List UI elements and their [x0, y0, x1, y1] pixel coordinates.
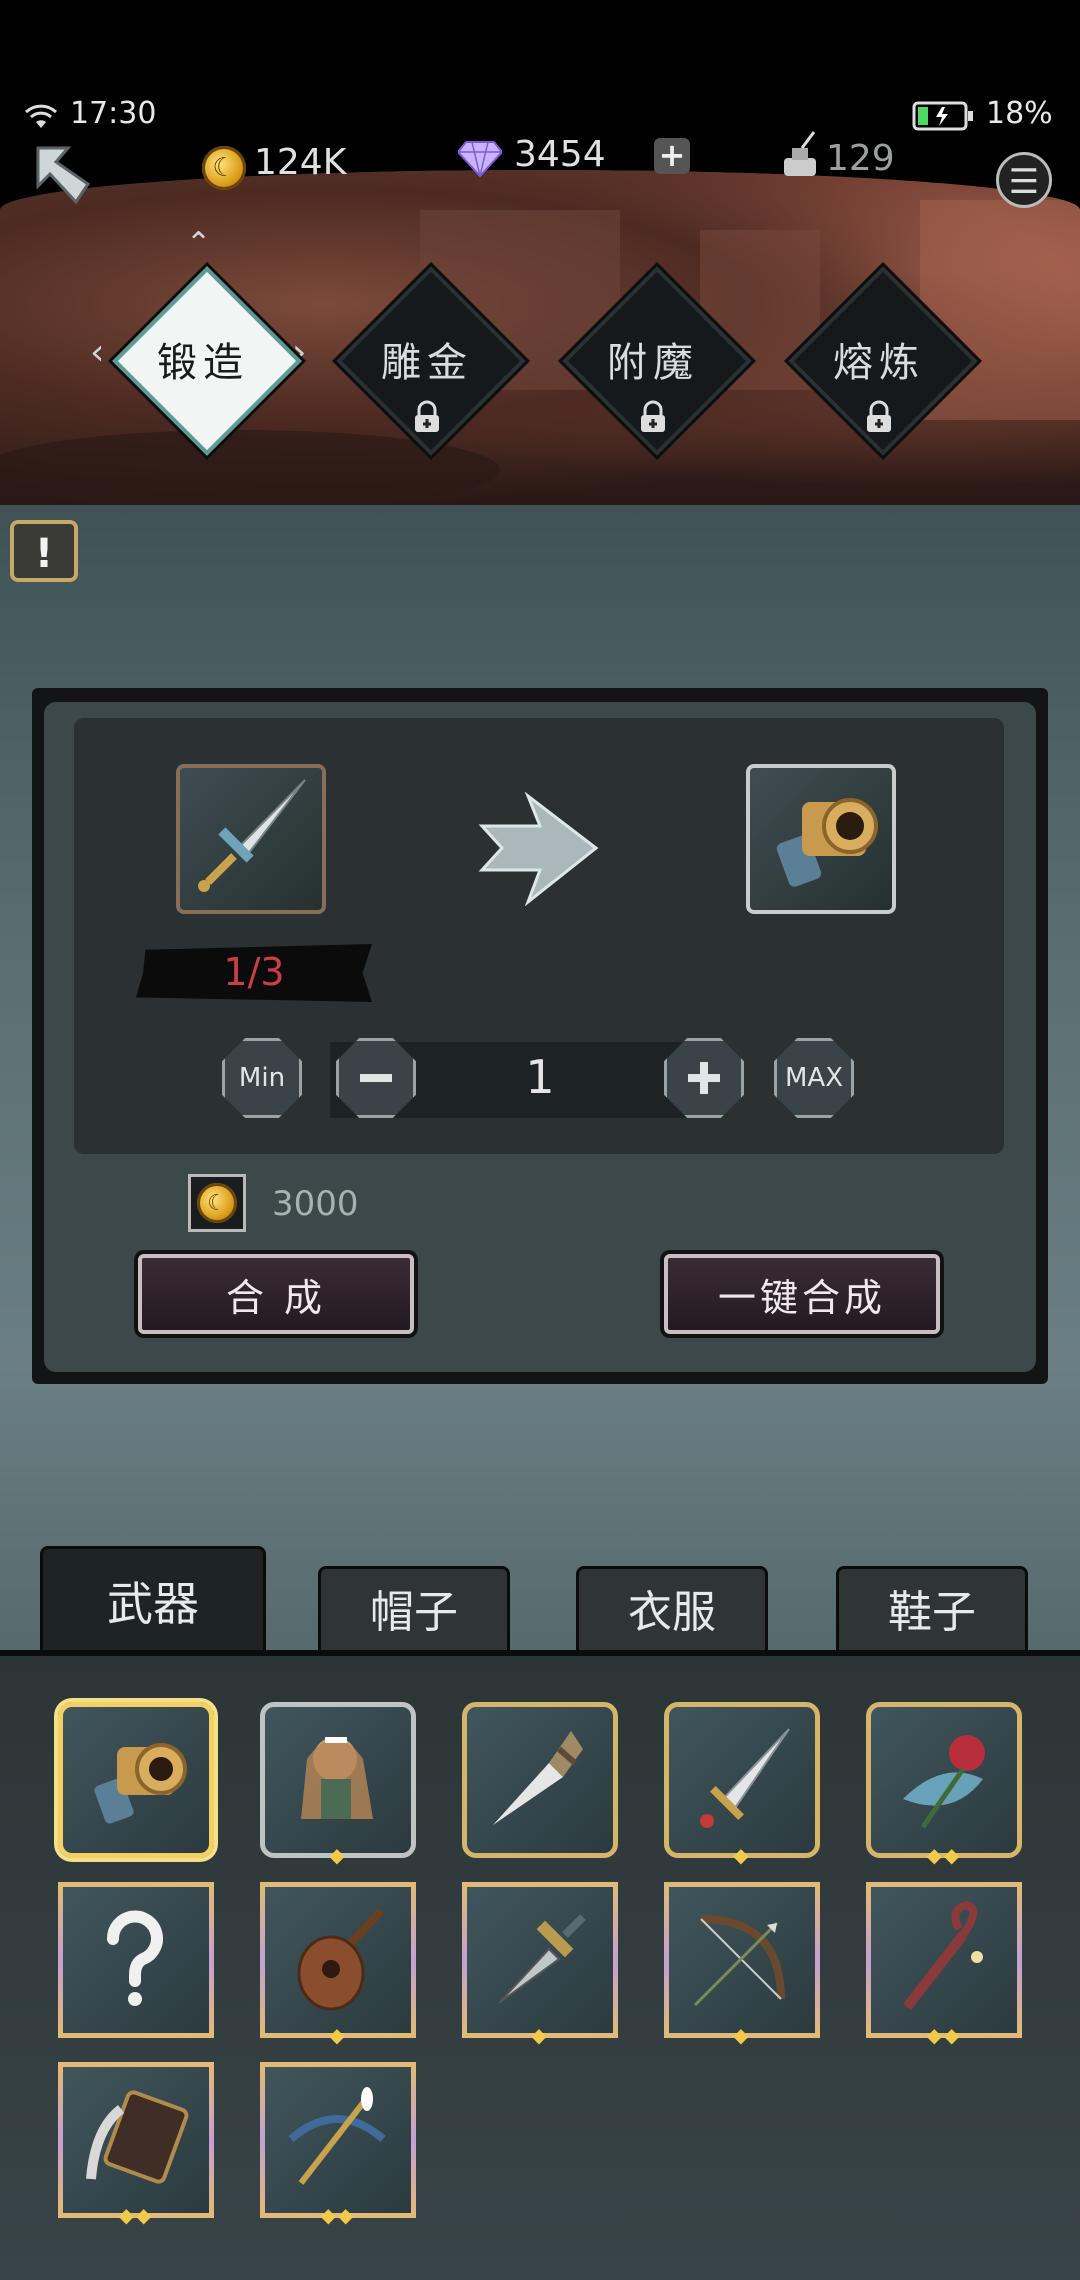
- rose-icon: [903, 1735, 985, 1829]
- inventory-item[interactable]: ◆: [260, 1882, 416, 2047]
- inventory-item[interactable]: ◆: [462, 1882, 618, 2047]
- rarity-stars: ◆: [329, 1843, 347, 1867]
- forge-tab-enchant[interactable]: 附魔: [562, 266, 752, 456]
- synthesize-all-button[interactable]: 一键合成: [664, 1254, 940, 1334]
- lock-icon: [641, 400, 665, 432]
- book-icon: [86, 2090, 189, 2184]
- status-time: 17:30: [70, 96, 157, 131]
- material-count: 1/3: [223, 950, 285, 994]
- battery-percent: 18%: [986, 96, 1053, 131]
- tab-clothes[interactable]: 衣服: [576, 1566, 768, 1652]
- rarity-stars: ◆: [733, 2023, 751, 2047]
- minus-icon: [360, 1074, 392, 1082]
- max-button[interactable]: MAX: [774, 1038, 854, 1118]
- decrement-button[interactable]: [336, 1038, 416, 1118]
- tab-label: 武器: [107, 1577, 199, 1631]
- tab-hats[interactable]: 帽子: [318, 1566, 510, 1652]
- arrow-right-icon: [478, 792, 599, 906]
- status-bar: 17:30 18%: [0, 0, 1080, 150]
- increment-button[interactable]: [664, 1038, 744, 1118]
- lute-icon: [297, 1908, 384, 2011]
- staff-icon: [903, 1900, 983, 2011]
- question-icon: [106, 1910, 163, 2006]
- tab-label: 帽子: [370, 1587, 458, 1638]
- max-button-label: MAX: [784, 1063, 844, 1093]
- bow-icon: [693, 1915, 785, 2007]
- gem-amount: 3454: [514, 134, 606, 175]
- ink-amount: 129: [826, 138, 895, 179]
- synthesize-button[interactable]: 合 成: [138, 1254, 414, 1334]
- gem-icon: [458, 141, 502, 178]
- wifi-icon: [24, 104, 58, 128]
- info-alert-button[interactable]: !: [10, 520, 78, 582]
- chevron-up-icon: ⌃: [186, 226, 212, 261]
- cost-coin-frame: ☾: [188, 1174, 246, 1232]
- cannon-icon: [94, 1743, 187, 1824]
- rarity-stars: ◆◆: [926, 1843, 962, 1867]
- inventory-item[interactable]: ◆◆: [866, 1702, 1022, 1867]
- gold-coin-icon: ☾: [197, 1183, 237, 1223]
- result-slot[interactable]: [746, 764, 896, 914]
- battery-icon: [912, 101, 973, 131]
- rarity-stars: ◆: [531, 2023, 549, 2047]
- tab-label: 鞋子: [888, 1587, 976, 1638]
- plus-icon: [688, 1062, 720, 1094]
- gold-amount: 124K: [254, 142, 347, 183]
- inventory-item[interactable]: [462, 1702, 618, 1858]
- rarity-stars: ◆: [733, 1843, 751, 1867]
- inventory-item[interactable]: ◆◆: [866, 1882, 1022, 2047]
- tab-weapons[interactable]: 武器: [40, 1546, 266, 1652]
- maid-doll-icon: [301, 1737, 373, 1819]
- bone-blade-icon: [493, 1731, 583, 1825]
- material-slot[interactable]: [176, 764, 326, 914]
- inventory-item[interactable]: ◆: [260, 1702, 416, 1867]
- synthesize-label: 合 成: [225, 1275, 327, 1320]
- lock-icon: [867, 400, 891, 432]
- dagger-icon: [498, 1914, 586, 2004]
- cannon-icon: [776, 798, 878, 887]
- forge-tab-engraving[interactable]: 雕金: [336, 266, 526, 456]
- forge-tab-label: 锻造: [157, 340, 249, 386]
- lock-icon: [415, 400, 439, 432]
- rarity-stars: ◆◆: [118, 2203, 154, 2227]
- tab-label: 衣服: [628, 1587, 716, 1638]
- chevron-left-icon: ‹: [90, 332, 105, 373]
- rarity-stars: ◆: [329, 2023, 347, 2047]
- min-button-label: Min: [238, 1063, 286, 1093]
- dagger-icon: [198, 779, 306, 892]
- min-button[interactable]: Min: [222, 1038, 302, 1118]
- forge-cost: 3000: [272, 1184, 359, 1224]
- inventory-item[interactable]: ◆: [664, 1882, 820, 2047]
- ink-bottle-icon: [784, 131, 816, 176]
- inventory-item[interactable]: ◆◆: [58, 2062, 214, 2227]
- sword-icon: [700, 1728, 790, 1828]
- forge-tab-label: 熔炼: [833, 340, 925, 386]
- inventory-item[interactable]: ◆: [664, 1702, 820, 1867]
- add-gems-button[interactable]: +: [654, 138, 690, 174]
- synthesize-all-label: 一键合成: [717, 1275, 886, 1320]
- back-button[interactable]: [28, 140, 100, 212]
- rarity-stars: ◆◆: [320, 2203, 356, 2227]
- menu-button[interactable]: ☰: [996, 152, 1052, 208]
- gold-coin-icon: ☾: [202, 146, 246, 190]
- forge-tab-label: 附魔: [607, 340, 699, 386]
- inventory-item[interactable]: [58, 1702, 214, 1858]
- forge-tab-label: 雕金: [381, 340, 473, 386]
- tab-shoes[interactable]: 鞋子: [836, 1566, 1028, 1652]
- rarity-stars: ◆◆: [926, 2023, 962, 2047]
- crossbow-icon: [288, 2087, 386, 2185]
- inventory-item[interactable]: ◆◆: [260, 2062, 416, 2227]
- forge-tab-smelt[interactable]: 熔炼: [788, 266, 978, 456]
- inventory-item[interactable]: [58, 1882, 214, 2038]
- forge-tab-forging[interactable]: 锻造: [112, 266, 302, 456]
